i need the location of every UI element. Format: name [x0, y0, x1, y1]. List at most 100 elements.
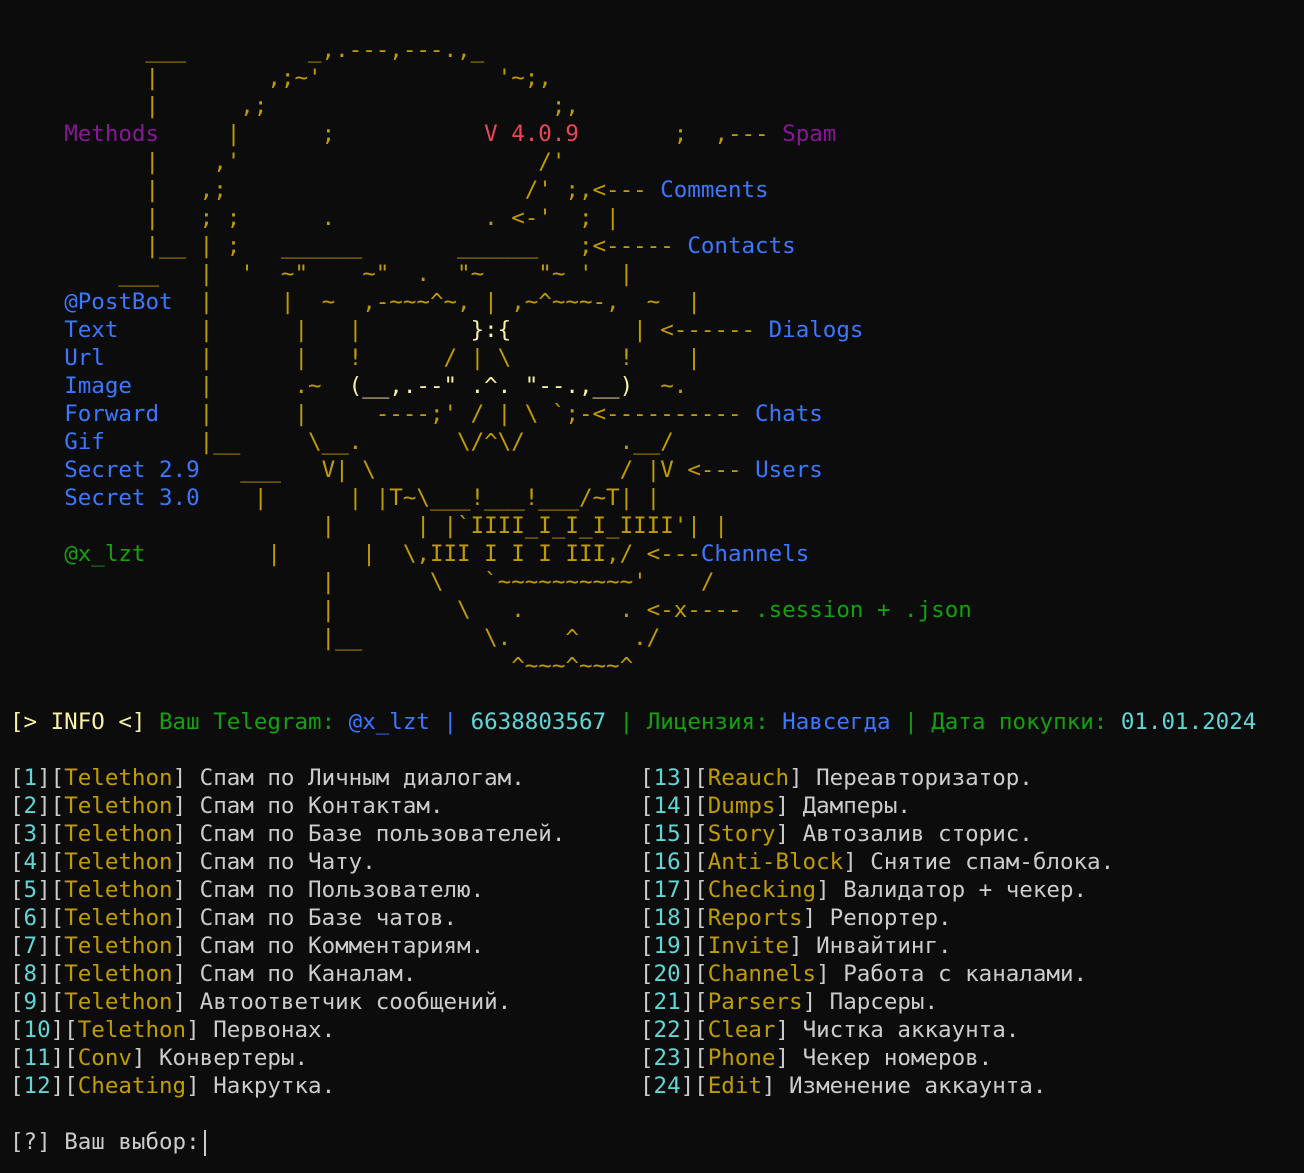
bracket: ]: [802, 905, 830, 931]
art-line: | ,; /' ;,<--- Comments: [10, 177, 769, 203]
menu-item-description: Конвертеры.: [159, 1045, 309, 1071]
menu-item-12[interactable]: [12][Cheating] Накрутка.: [10, 1072, 565, 1100]
version-number: 4.0.9: [511, 121, 579, 147]
bracket: [: [640, 1017, 654, 1043]
menu-item-tag: Telethon: [64, 989, 173, 1015]
arrow-channels: Channels: [700, 541, 810, 567]
left-item-text: Text: [64, 317, 119, 343]
arrow-contacts: Contacts: [687, 233, 796, 259]
menu-item-tag: Phone: [707, 1045, 776, 1071]
terminal-output: ___ _,.---,---.,_ | ,;~' '~;, | ,; ;, Me…: [10, 36, 1256, 1156]
menu-item-8[interactable]: [8][Telethon] Спам по Каналам.: [10, 960, 565, 988]
menu-item-tag: Channels: [707, 961, 817, 987]
bracket: [: [10, 961, 24, 987]
bracket: [: [10, 821, 24, 847]
menu-item-number: 23: [653, 1045, 681, 1071]
telegram-label: Ваш Telegram:: [159, 709, 336, 735]
menu-item-number: 24: [653, 1073, 681, 1099]
text-cursor[interactable]: [203, 1129, 206, 1156]
menu-item-tag: Clear: [707, 1017, 776, 1043]
arrow-session: .session + .json: [755, 597, 972, 623]
menu-item-11[interactable]: [11][Conv] Конвертеры.: [10, 1044, 565, 1072]
art-line: ^~~~^~~~^: [10, 653, 634, 679]
bracket: ]: [775, 1017, 803, 1043]
menu-item-number: 4: [23, 849, 38, 875]
menu-item-24[interactable]: [24][Edit] Изменение аккаунта.: [640, 1072, 1114, 1100]
menu-item-number: 17: [653, 877, 681, 903]
bracket: [: [10, 905, 24, 931]
menu-item-16[interactable]: [16][Anti-Block] Снятие спам-блока.: [640, 848, 1114, 876]
art-line: Image | .~ (__,.--" .^. "--.,__) ~.: [64, 373, 688, 399]
bracket: ]: [761, 1073, 790, 1099]
bracket: ]: [172, 765, 200, 791]
bracket: [: [640, 765, 654, 791]
input-prompt[interactable]: [?] Ваш выбор:: [10, 1128, 1256, 1156]
bracket: ]: [789, 933, 817, 959]
menu-item-4[interactable]: [4][Telethon] Спам по Чату.: [10, 848, 565, 876]
art-line: Text | | | }:{ | <------ Dialogs: [64, 317, 864, 343]
bracket: ][: [680, 1073, 708, 1099]
menu-item-description: Изменение аккаунта.: [789, 1073, 1047, 1099]
left-item-image: Image: [64, 373, 132, 399]
menu-item-1[interactable]: [1][Telethon] Спам по Личным диалогам.: [10, 764, 565, 792]
prompt-marker: [?]: [10, 1129, 51, 1155]
art-line: Forward | | ----;' / | \ `;-<---------- …: [64, 401, 823, 427]
bracket: ]: [172, 877, 200, 903]
info-line: [> INFO <] Ваш Telegram: @x_lzt | 663880…: [10, 708, 1256, 736]
menu-item-9[interactable]: [9][Telethon] Автоответчик сообщений.: [10, 988, 565, 1016]
bracket: ]: [186, 1017, 214, 1043]
menu-item-description: Снятие спам-блока.: [870, 849, 1115, 875]
menu-item-10[interactable]: [10][Telethon] Первонах.: [10, 1016, 565, 1044]
bracket: [: [640, 821, 654, 847]
menu-column-left: [1][Telethon] Спам по Личным диалогам. [2…: [10, 764, 565, 1100]
menu-item-7[interactable]: [7][Telethon] Спам по Комментариям.: [10, 932, 565, 960]
menu-item-number: 10: [23, 1017, 51, 1043]
bracket: ][: [680, 989, 708, 1015]
menu-item-number: 20: [653, 961, 681, 987]
menu-item-3[interactable]: [3][Telethon] Спам по Базе пользователей…: [10, 820, 565, 848]
menu-item-number: 11: [23, 1045, 51, 1071]
art-line: | ,;~' '~;,: [10, 65, 552, 91]
bracket: [: [640, 961, 654, 987]
info-tag: [> INFO <]: [10, 709, 146, 735]
menu-item-15[interactable]: [15][Story] Автозалив сторис.: [640, 820, 1114, 848]
bracket: ][: [680, 765, 708, 791]
menu-item-14[interactable]: [14][Dumps] Дамперы.: [640, 792, 1114, 820]
skull-eyes: (__,.--" .^. "--.,__): [348, 373, 634, 399]
menu-item-23[interactable]: [23][Phone] Чекер номеров.: [640, 1044, 1114, 1072]
bracket: ][: [680, 793, 708, 819]
bracket: ][: [37, 933, 65, 959]
art-line: ___ | ' ~" ~" . "~ "~ ' |: [10, 261, 634, 287]
menu-item-number: 1: [23, 765, 38, 791]
menu-item-5[interactable]: [5][Telethon] Спам по Пользователю.: [10, 876, 565, 904]
menu-item-description: Спам по Контактам.: [199, 793, 444, 819]
menu-item-2[interactable]: [2][Telethon] Спам по Контактам.: [10, 792, 565, 820]
menu-item-20[interactable]: [20][Channels] Работа с каналами.: [640, 960, 1114, 988]
bracket: [: [640, 1073, 654, 1099]
methods-label: Methods: [64, 121, 160, 147]
menu-item-17[interactable]: [17][Checking] Валидатор + чекер.: [640, 876, 1114, 904]
menu-item-tag: Edit: [707, 1073, 762, 1099]
bracket: ][: [37, 849, 65, 875]
menu-item-19[interactable]: [19][Invite] Инвайтинг.: [640, 932, 1114, 960]
menu-item-22[interactable]: [22][Clear] Чистка аккаунта.: [640, 1016, 1114, 1044]
bracket: ][: [680, 821, 708, 847]
art-line: ___ _,.---,---.,_: [10, 37, 485, 63]
menu-item-description: Парсеры.: [829, 989, 939, 1015]
art-line: | ,; ;,: [10, 93, 579, 119]
art-line: Gif |__ \__. \/^\/ .__/: [64, 429, 674, 455]
menu-item-6[interactable]: [6][Telethon] Спам по Базе чатов.: [10, 904, 565, 932]
menu-item-21[interactable]: [21][Parsers] Парсеры.: [640, 988, 1114, 1016]
bracket: [: [640, 793, 654, 819]
menu-item-18[interactable]: [18][Reports] Репортер.: [640, 904, 1114, 932]
menu-item-tag: Telethon: [64, 849, 173, 875]
menu-item-description: Репортер.: [829, 905, 952, 931]
bracket: ]: [789, 765, 817, 791]
menu-item-number: 7: [23, 933, 38, 959]
separator: |: [443, 709, 458, 735]
bracket: [: [10, 877, 24, 903]
menu-item-13[interactable]: [13][Reauch] Переавторизатор.: [640, 764, 1114, 792]
menu-item-number: 15: [653, 821, 681, 847]
